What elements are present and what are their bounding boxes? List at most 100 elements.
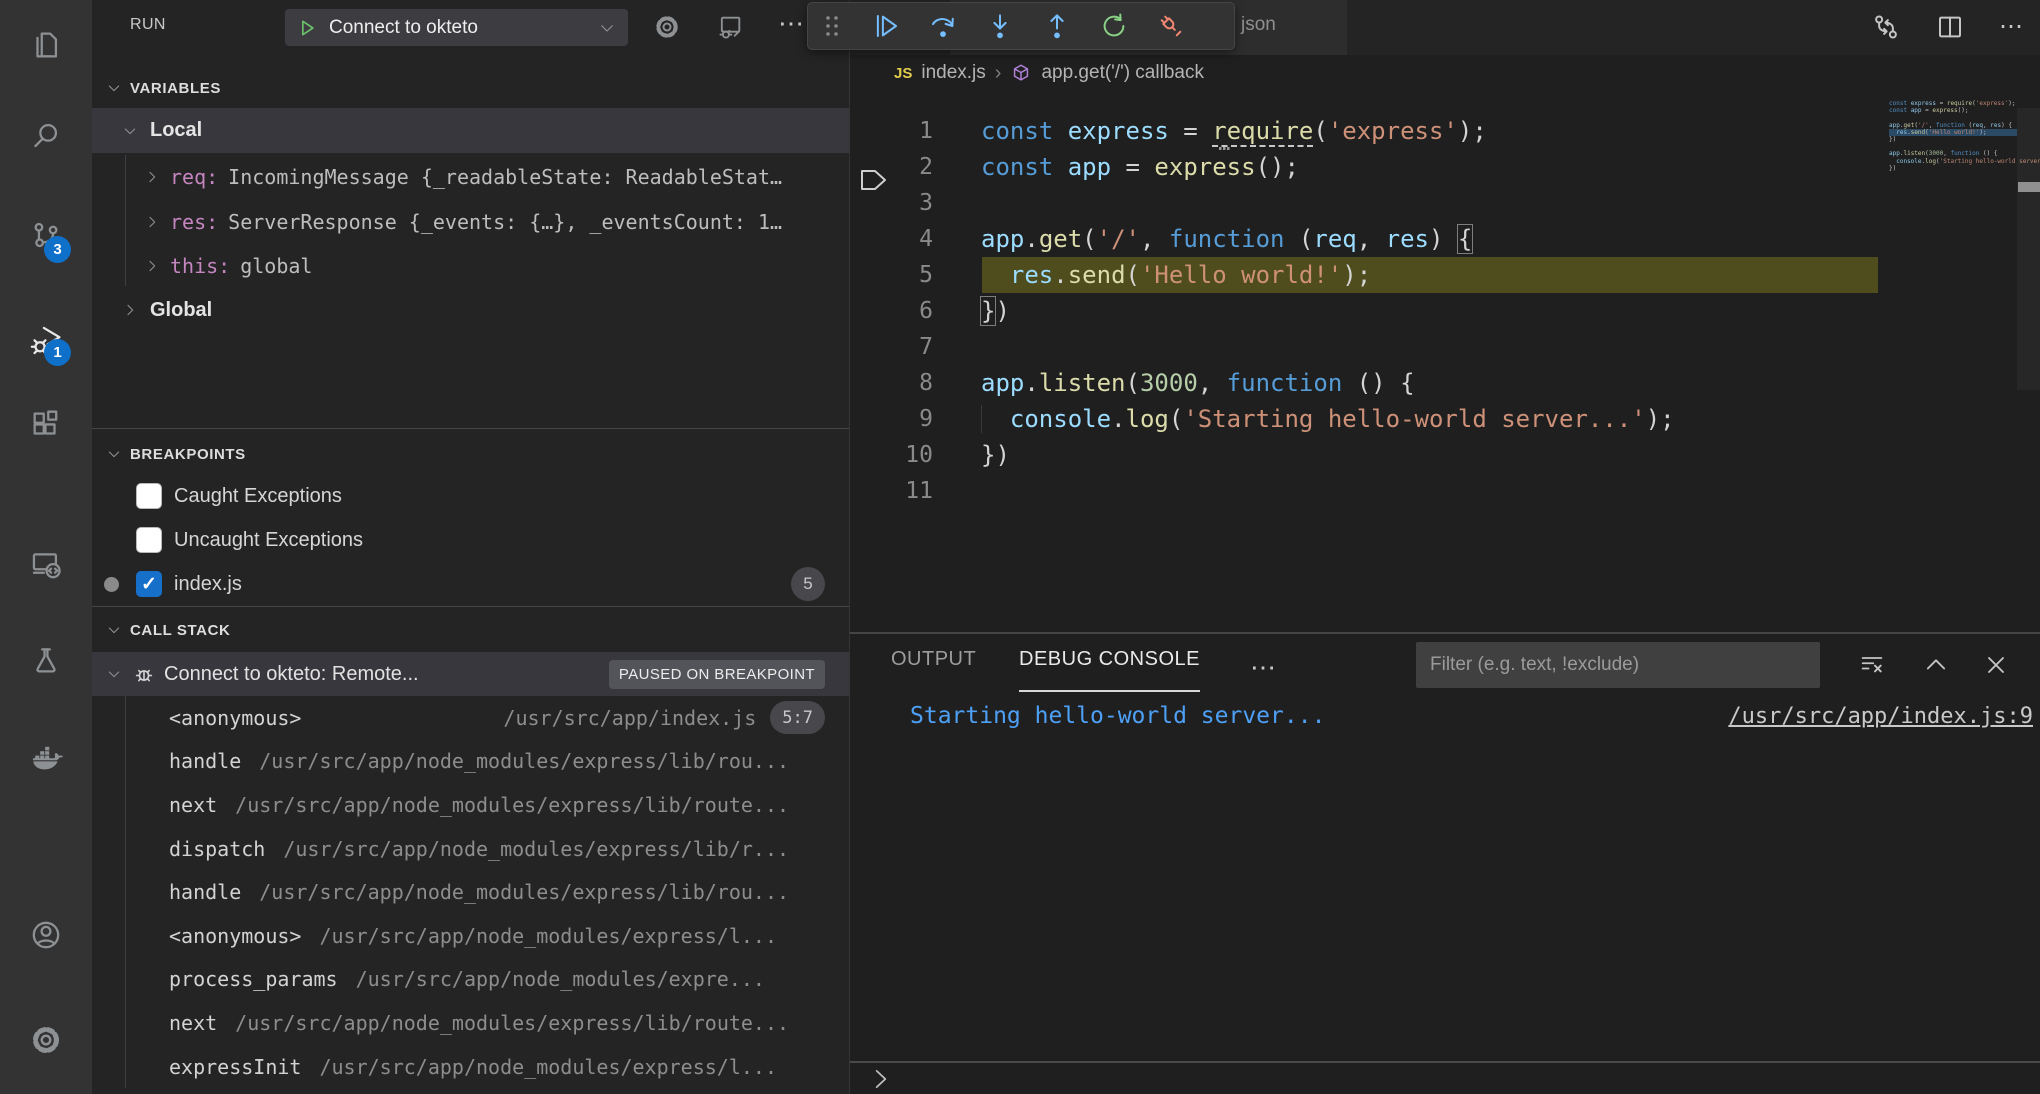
vscode-window: 3 1 RUN Connect to okteto ⋯ xyxy=(0,0,2040,1094)
tab-debug-console[interactable]: DEBUG CONSOLE xyxy=(1019,648,1200,692)
variable-row[interactable]: res:ServerResponse {_events: {…}, _event… xyxy=(92,200,849,245)
code-line[interactable]: 6}) xyxy=(850,293,2040,329)
breakpoint-row[interactable]: ✓index.js5 xyxy=(92,562,849,606)
line-number[interactable]: 7 xyxy=(850,329,933,365)
code-line[interactable]: 4app.get('/', function (req, res) { xyxy=(850,221,2040,257)
code-line[interactable]: 2const app = express(); xyxy=(850,149,2040,185)
extensions-icon[interactable] xyxy=(29,408,63,442)
docker-icon[interactable] xyxy=(29,741,63,775)
breakpoints-section-header[interactable]: BREAKPOINTS xyxy=(92,436,849,472)
account-icon[interactable] xyxy=(29,918,63,952)
breadcrumb[interactable]: JS index.js › app.get('/') callback xyxy=(894,55,1204,91)
step-into-button[interactable] xyxy=(985,11,1015,41)
line-number[interactable]: 8 xyxy=(850,365,933,401)
debug-console-icon[interactable] xyxy=(716,13,744,41)
code-editor[interactable]: 1 const express = require('express');2con… xyxy=(850,95,2040,509)
scope-local-row[interactable]: Local xyxy=(92,108,849,153)
minimap-line xyxy=(1889,172,2017,179)
minimap-slider[interactable] xyxy=(2017,108,2040,390)
drag-grip-icon[interactable] xyxy=(820,11,844,41)
minimap-line xyxy=(1889,114,2017,121)
start-debug-icon[interactable] xyxy=(297,18,317,38)
stack-frame-row[interactable]: process_params/usr/src/app/node_modules/… xyxy=(92,958,849,1002)
bottom-panel: OUTPUT DEBUG CONSOLE ⋯ Starting hello-wo… xyxy=(849,632,2040,1094)
paused-arrow-icon[interactable] xyxy=(859,166,891,194)
line-number[interactable]: 1 xyxy=(850,113,933,149)
launch-config-label: Connect to okteto xyxy=(329,17,598,39)
breadcrumb-file[interactable]: index.js xyxy=(921,62,985,84)
breadcrumb-symbol[interactable]: app.get('/') callback xyxy=(1041,62,1204,84)
tab-output[interactable]: OUTPUT xyxy=(891,648,976,690)
minimap[interactable]: const express = require('express');const… xyxy=(1889,100,2017,179)
stack-frame-row[interactable]: handle/usr/src/app/node_modules/express/… xyxy=(92,870,849,914)
frame-source[interactable]: /usr/src/app/node_modules/express/lib/ro… xyxy=(259,749,789,773)
code-line[interactable]: 10}) xyxy=(850,437,2040,473)
code-line[interactable]: 1 const express = require('express'); xyxy=(850,113,2040,149)
line-number[interactable]: 6 xyxy=(850,293,933,329)
clear-console-icon[interactable] xyxy=(1858,651,1886,679)
call-stack-section-header[interactable]: CALL STACK xyxy=(92,612,849,648)
settings-gear-icon[interactable] xyxy=(29,1023,63,1057)
line-number[interactable]: 10 xyxy=(850,437,933,473)
search-icon[interactable] xyxy=(29,118,63,152)
frame-source[interactable]: /usr/src/app/node_modules/expre... xyxy=(356,967,765,991)
close-panel-icon[interactable] xyxy=(1982,651,2010,679)
maximize-panel-chevron-icon[interactable] xyxy=(1922,651,1950,679)
continue-button[interactable] xyxy=(871,11,901,41)
stack-frame-row[interactable]: expressInit/usr/src/app/node_modules/exp… xyxy=(92,1045,849,1089)
compare-changes-icon[interactable] xyxy=(1871,12,1901,42)
frame-source[interactable]: /usr/src/app/node_modules/express/lib/r.… xyxy=(283,837,789,861)
code-text: const express = require('express'); xyxy=(981,113,1487,149)
stack-frame-row[interactable]: next/usr/src/app/node_modules/express/li… xyxy=(92,1001,849,1045)
frame-source[interactable]: /usr/src/app/node_modules/express/l... xyxy=(319,924,777,948)
line-number[interactable]: 5 xyxy=(850,257,933,293)
frame-source[interactable]: /usr/src/app/node_modules/express/lib/ro… xyxy=(235,793,789,817)
line-number[interactable]: 11 xyxy=(850,473,933,509)
testing-beaker-icon[interactable] xyxy=(29,643,63,677)
editor-more-actions-icon[interactable]: ⋯ xyxy=(1999,12,2025,42)
code-line[interactable]: 11 xyxy=(850,473,2040,509)
code-line[interactable]: 9 console.log('Starting hello-world serv… xyxy=(850,401,2040,437)
variables-section-header[interactable]: VARIABLES xyxy=(92,70,849,106)
code-line[interactable]: 8app.listen(3000, function () { xyxy=(850,365,2040,401)
launch-gear-icon[interactable] xyxy=(653,13,681,41)
line-number[interactable]: 9 xyxy=(850,401,933,437)
stack-frame-row[interactable]: <anonymous>/usr/src/app/node_modules/exp… xyxy=(92,914,849,958)
step-out-button[interactable] xyxy=(1042,11,1072,41)
breakpoint-checkbox[interactable] xyxy=(136,527,162,553)
breakpoint-row[interactable]: Caught Exceptions xyxy=(92,474,849,518)
repl-prompt-chevron-icon[interactable] xyxy=(868,1066,894,1092)
code-line[interactable]: 5 res.send('Hello world!'); xyxy=(850,257,2040,293)
split-editor-icon[interactable] xyxy=(1935,12,1965,42)
panel-more-tabs-icon[interactable]: ⋯ xyxy=(1250,652,1278,683)
step-over-button[interactable] xyxy=(928,11,958,41)
frame-source[interactable]: /usr/src/app/node_modules/express/lib/ro… xyxy=(235,1011,789,1035)
frame-source[interactable]: /usr/src/app/node_modules/express/lib/ro… xyxy=(259,880,789,904)
breakpoint-checkbox[interactable] xyxy=(136,483,162,509)
console-filter-input[interactable] xyxy=(1416,642,1820,688)
console-source-link[interactable]: /usr/src/app/index.js:9 xyxy=(1728,704,2033,729)
code-line[interactable]: 3 xyxy=(850,185,2040,221)
launch-config-dropdown[interactable]: Connect to okteto xyxy=(285,9,628,46)
scrollbar-marker[interactable] xyxy=(2018,182,2040,192)
restart-button[interactable] xyxy=(1099,11,1129,41)
sidebar-more-actions-icon[interactable]: ⋯ xyxy=(778,8,806,39)
stack-frame-row[interactable]: dispatch/usr/src/app/node_modules/expres… xyxy=(92,827,849,871)
stack-frame-row[interactable]: <anonymous>/usr/src/app/index.js5:7 xyxy=(92,696,849,740)
breakpoint-row[interactable]: Uncaught Exceptions xyxy=(92,518,849,562)
frame-source[interactable]: /usr/src/app/index.js xyxy=(503,706,756,730)
stack-frame-row[interactable]: next/usr/src/app/node_modules/express/li… xyxy=(92,783,849,827)
explorer-icon[interactable] xyxy=(29,28,63,62)
chevron-right-icon xyxy=(144,214,160,230)
line-number[interactable]: 4 xyxy=(850,221,933,257)
variable-row[interactable]: req:IncomingMessage {_readableState: Rea… xyxy=(92,155,849,200)
stack-frame-row[interactable]: handle/usr/src/app/node_modules/express/… xyxy=(92,740,849,784)
scope-global-row[interactable]: Global xyxy=(92,288,849,332)
remote-explorer-icon[interactable] xyxy=(29,548,63,582)
disconnect-button[interactable] xyxy=(1156,11,1186,41)
code-line[interactable]: 7 xyxy=(850,329,2040,365)
frame-source[interactable]: /usr/src/app/node_modules/express/l... xyxy=(319,1055,777,1079)
breakpoint-checkbox[interactable]: ✓ xyxy=(136,571,162,597)
variable-row[interactable]: this:global xyxy=(92,244,849,289)
debug-session-row[interactable]: Connect to okteto: Remote... PAUSED ON B… xyxy=(92,652,849,696)
